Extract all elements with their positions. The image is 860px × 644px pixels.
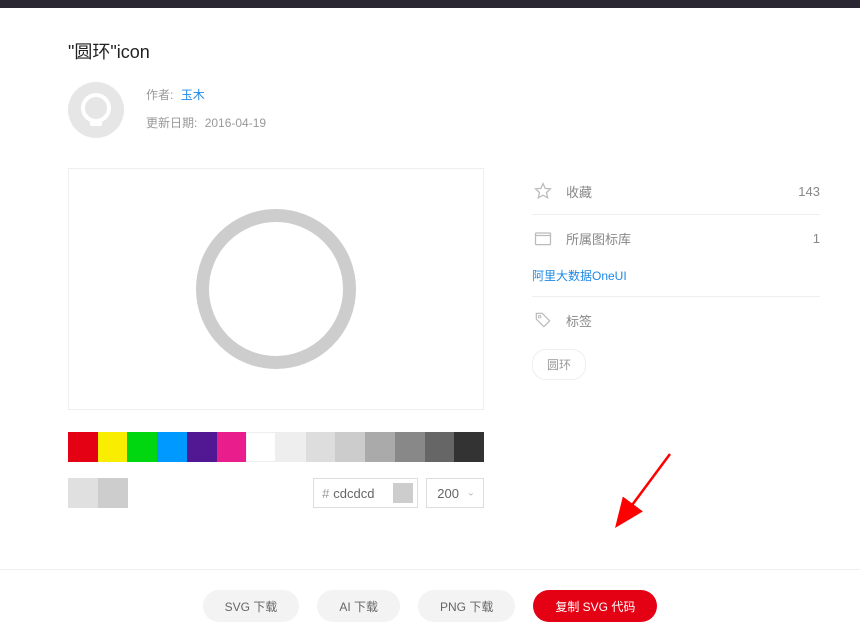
author-label: 作者:	[146, 88, 173, 102]
palette-swatch[interactable]	[395, 432, 425, 462]
download-png-button[interactable]: PNG 下载	[418, 590, 515, 622]
star-icon	[532, 180, 554, 202]
folder-icon	[532, 227, 554, 249]
palette-swatch[interactable]	[187, 432, 217, 462]
tags-row: 标签	[532, 297, 820, 343]
library-count: 1	[813, 231, 820, 246]
date-value: 2016-04-19	[205, 116, 266, 130]
color-chip	[393, 483, 413, 503]
author-line: 作者: 玉木	[146, 86, 266, 104]
ring-icon	[196, 209, 356, 369]
copy-svg-button[interactable]: 复制 SVG 代码	[533, 590, 657, 622]
color-palette	[68, 432, 484, 462]
hex-input-wrap[interactable]: #	[313, 478, 418, 508]
download-ai-button[interactable]: AI 下载	[317, 590, 400, 622]
hash-symbol: #	[322, 486, 329, 501]
page-title: "圆环"icon	[68, 38, 820, 64]
palette-swatch[interactable]	[425, 432, 455, 462]
chevron-down-icon: ⌄	[467, 488, 475, 499]
size-select[interactable]: 200 ⌄	[426, 478, 484, 508]
palette-swatch[interactable]	[454, 432, 484, 462]
date-label: 更新日期:	[146, 116, 197, 130]
palette-swatch[interactable]	[98, 432, 128, 462]
tag-icon	[532, 309, 554, 331]
shade-swatch[interactable]	[68, 478, 98, 508]
footer: SVG 下载 AI 下载 PNG 下载 复制 SVG 代码	[0, 569, 860, 644]
date-line: 更新日期: 2016-04-19	[146, 114, 266, 132]
palette-swatch[interactable]	[217, 432, 247, 462]
library-link[interactable]: 阿里大数据OneUI	[532, 261, 820, 296]
icon-preview	[68, 168, 484, 410]
avatar-icon	[78, 92, 114, 128]
library-label: 所属图标库	[566, 229, 631, 248]
topbar	[0, 0, 860, 8]
palette-swatch[interactable]	[335, 432, 365, 462]
palette-swatch[interactable]	[68, 432, 98, 462]
tags-label: 标签	[566, 311, 592, 330]
tag-pill[interactable]: 圆环	[532, 349, 586, 380]
hex-input[interactable]	[333, 486, 389, 501]
palette-swatch[interactable]	[276, 432, 306, 462]
shade-swatch[interactable]	[98, 478, 128, 508]
favorites-count: 143	[798, 184, 820, 199]
author-row: 作者: 玉木 更新日期: 2016-04-19	[68, 82, 820, 142]
favorites-label: 收藏	[566, 182, 592, 201]
palette-swatch[interactable]	[246, 432, 276, 462]
author-link[interactable]: 玉木	[181, 88, 205, 102]
palette-swatch[interactable]	[157, 432, 187, 462]
favorites-row[interactable]: 收藏 143	[532, 168, 820, 214]
download-svg-button[interactable]: SVG 下载	[203, 590, 300, 622]
library-row: 所属图标库 1	[532, 215, 820, 261]
palette-swatch[interactable]	[306, 432, 336, 462]
avatar[interactable]	[68, 82, 124, 138]
palette-swatch[interactable]	[365, 432, 395, 462]
size-value: 200	[437, 486, 459, 501]
palette-swatch[interactable]	[127, 432, 157, 462]
shade-swatches	[68, 478, 128, 508]
